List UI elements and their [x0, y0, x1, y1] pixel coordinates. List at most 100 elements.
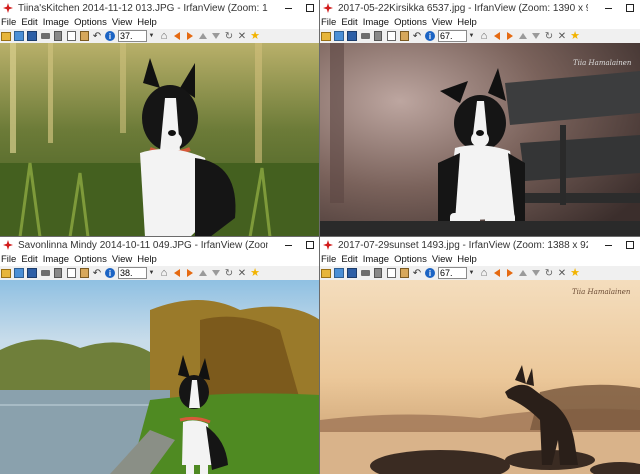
menu-view[interactable]: View [432, 254, 452, 265]
prev-icon[interactable] [172, 268, 182, 278]
title-bar[interactable]: Savonlinna Mindy 2014-10-11 049.JPG - Ir… [0, 237, 320, 253]
image-canvas[interactable] [0, 43, 320, 237]
rotate-icon[interactable] [224, 268, 234, 278]
delete-icon[interactable] [373, 268, 383, 278]
next-icon[interactable] [505, 268, 515, 278]
menu-help[interactable]: Help [137, 254, 157, 265]
home-icon[interactable] [159, 31, 169, 41]
undo-icon[interactable] [412, 268, 422, 278]
title-bar[interactable]: 2017-05-22Kirsikka 6537.jpg - IrfanView … [320, 0, 640, 16]
save-icon[interactable] [27, 31, 37, 41]
menu-help[interactable]: Help [457, 254, 477, 265]
menu-image[interactable]: Image [43, 254, 69, 265]
menu-help[interactable]: Help [137, 17, 157, 28]
home-icon[interactable] [159, 268, 169, 278]
paste-icon[interactable] [399, 31, 409, 41]
maximize-button[interactable] [299, 0, 320, 16]
open-icon[interactable] [1, 31, 11, 41]
prev-icon[interactable] [492, 31, 502, 41]
copy-icon[interactable] [386, 31, 396, 41]
menu-edit[interactable]: Edit [341, 254, 357, 265]
menu-view[interactable]: View [112, 17, 132, 28]
info-icon[interactable] [105, 268, 115, 278]
zoom-dropdown-icon[interactable]: ▼ [148, 268, 155, 278]
undo-icon[interactable] [412, 31, 422, 41]
menu-edit[interactable]: Edit [341, 17, 357, 28]
irfanview-app-icon[interactable] [322, 2, 334, 14]
title-bar[interactable]: 2017-07-29sunset 1493.jpg - IrfanView (Z… [320, 237, 640, 253]
menu-edit[interactable]: Edit [21, 254, 37, 265]
print-icon[interactable] [40, 268, 50, 278]
save-icon[interactable] [347, 31, 357, 41]
menu-file[interactable]: File [1, 17, 16, 28]
home-icon[interactable] [479, 31, 489, 41]
menu-file[interactable]: File [321, 17, 336, 28]
star-icon[interactable] [570, 268, 580, 278]
irfanview-app-icon[interactable] [2, 2, 14, 14]
thumbnails-icon[interactable] [334, 31, 344, 41]
irfanview-app-icon[interactable] [2, 239, 14, 251]
maximize-button[interactable] [619, 0, 640, 16]
rotate-icon[interactable] [544, 31, 554, 41]
info-icon[interactable] [105, 31, 115, 41]
irfanview-window-4[interactable]: 2017-07-29sunset 1493.jpg - IrfanView (Z… [320, 237, 640, 474]
menu-edit[interactable]: Edit [21, 17, 37, 28]
maximize-button[interactable] [619, 237, 640, 253]
menu-view[interactable]: View [112, 254, 132, 265]
copy-icon[interactable] [66, 268, 76, 278]
scroll-down-icon[interactable] [531, 268, 541, 278]
info-icon[interactable] [425, 31, 435, 41]
zoom-input[interactable]: 67. [438, 267, 467, 279]
menu-image[interactable]: Image [363, 17, 389, 28]
next-icon[interactable] [505, 31, 515, 41]
undo-icon[interactable] [92, 268, 102, 278]
menu-options[interactable]: Options [74, 254, 107, 265]
image-canvas[interactable] [0, 280, 320, 474]
tools-icon[interactable] [557, 31, 567, 41]
tools-icon[interactable] [557, 268, 567, 278]
next-icon[interactable] [185, 31, 195, 41]
star-icon[interactable] [250, 268, 260, 278]
scroll-up-icon[interactable] [198, 268, 208, 278]
home-icon[interactable] [479, 268, 489, 278]
irfanview-window-1[interactable]: Tiina'sKitchen 2014-11-12 013.JPG - Irfa… [0, 0, 320, 237]
scroll-down-icon[interactable] [211, 31, 221, 41]
irfanview-app-icon[interactable] [322, 239, 334, 251]
minimize-button[interactable] [598, 237, 619, 253]
rotate-icon[interactable] [224, 31, 234, 41]
copy-icon[interactable] [66, 31, 76, 41]
scroll-down-icon[interactable] [211, 268, 221, 278]
open-icon[interactable] [321, 268, 331, 278]
tools-icon[interactable] [237, 268, 247, 278]
zoom-input[interactable]: 37. [118, 30, 147, 42]
irfanview-window-3[interactable]: Savonlinna Mindy 2014-10-11 049.JPG - Ir… [0, 237, 320, 474]
menu-options[interactable]: Options [394, 254, 427, 265]
info-icon[interactable] [425, 268, 435, 278]
delete-icon[interactable] [373, 31, 383, 41]
paste-icon[interactable] [79, 268, 89, 278]
star-icon[interactable] [570, 31, 580, 41]
irfanview-window-2[interactable]: 2017-05-22Kirsikka 6537.jpg - IrfanView … [320, 0, 640, 237]
thumbnails-icon[interactable] [14, 268, 24, 278]
delete-icon[interactable] [53, 31, 63, 41]
paste-icon[interactable] [79, 31, 89, 41]
copy-icon[interactable] [386, 268, 396, 278]
zoom-input[interactable]: 38. [118, 267, 147, 279]
menu-help[interactable]: Help [457, 17, 477, 28]
save-icon[interactable] [347, 268, 357, 278]
minimize-button[interactable] [278, 237, 299, 253]
scroll-up-icon[interactable] [518, 31, 528, 41]
maximize-button[interactable] [299, 237, 320, 253]
thumbnails-icon[interactable] [334, 268, 344, 278]
print-icon[interactable] [360, 268, 370, 278]
prev-icon[interactable] [492, 268, 502, 278]
scroll-up-icon[interactable] [518, 268, 528, 278]
menu-image[interactable]: Image [363, 254, 389, 265]
delete-icon[interactable] [53, 268, 63, 278]
open-icon[interactable] [321, 31, 331, 41]
undo-icon[interactable] [92, 31, 102, 41]
prev-icon[interactable] [172, 31, 182, 41]
minimize-button[interactable] [598, 0, 619, 16]
menu-view[interactable]: View [432, 17, 452, 28]
title-bar[interactable]: Tiina'sKitchen 2014-11-12 013.JPG - Irfa… [0, 0, 320, 16]
